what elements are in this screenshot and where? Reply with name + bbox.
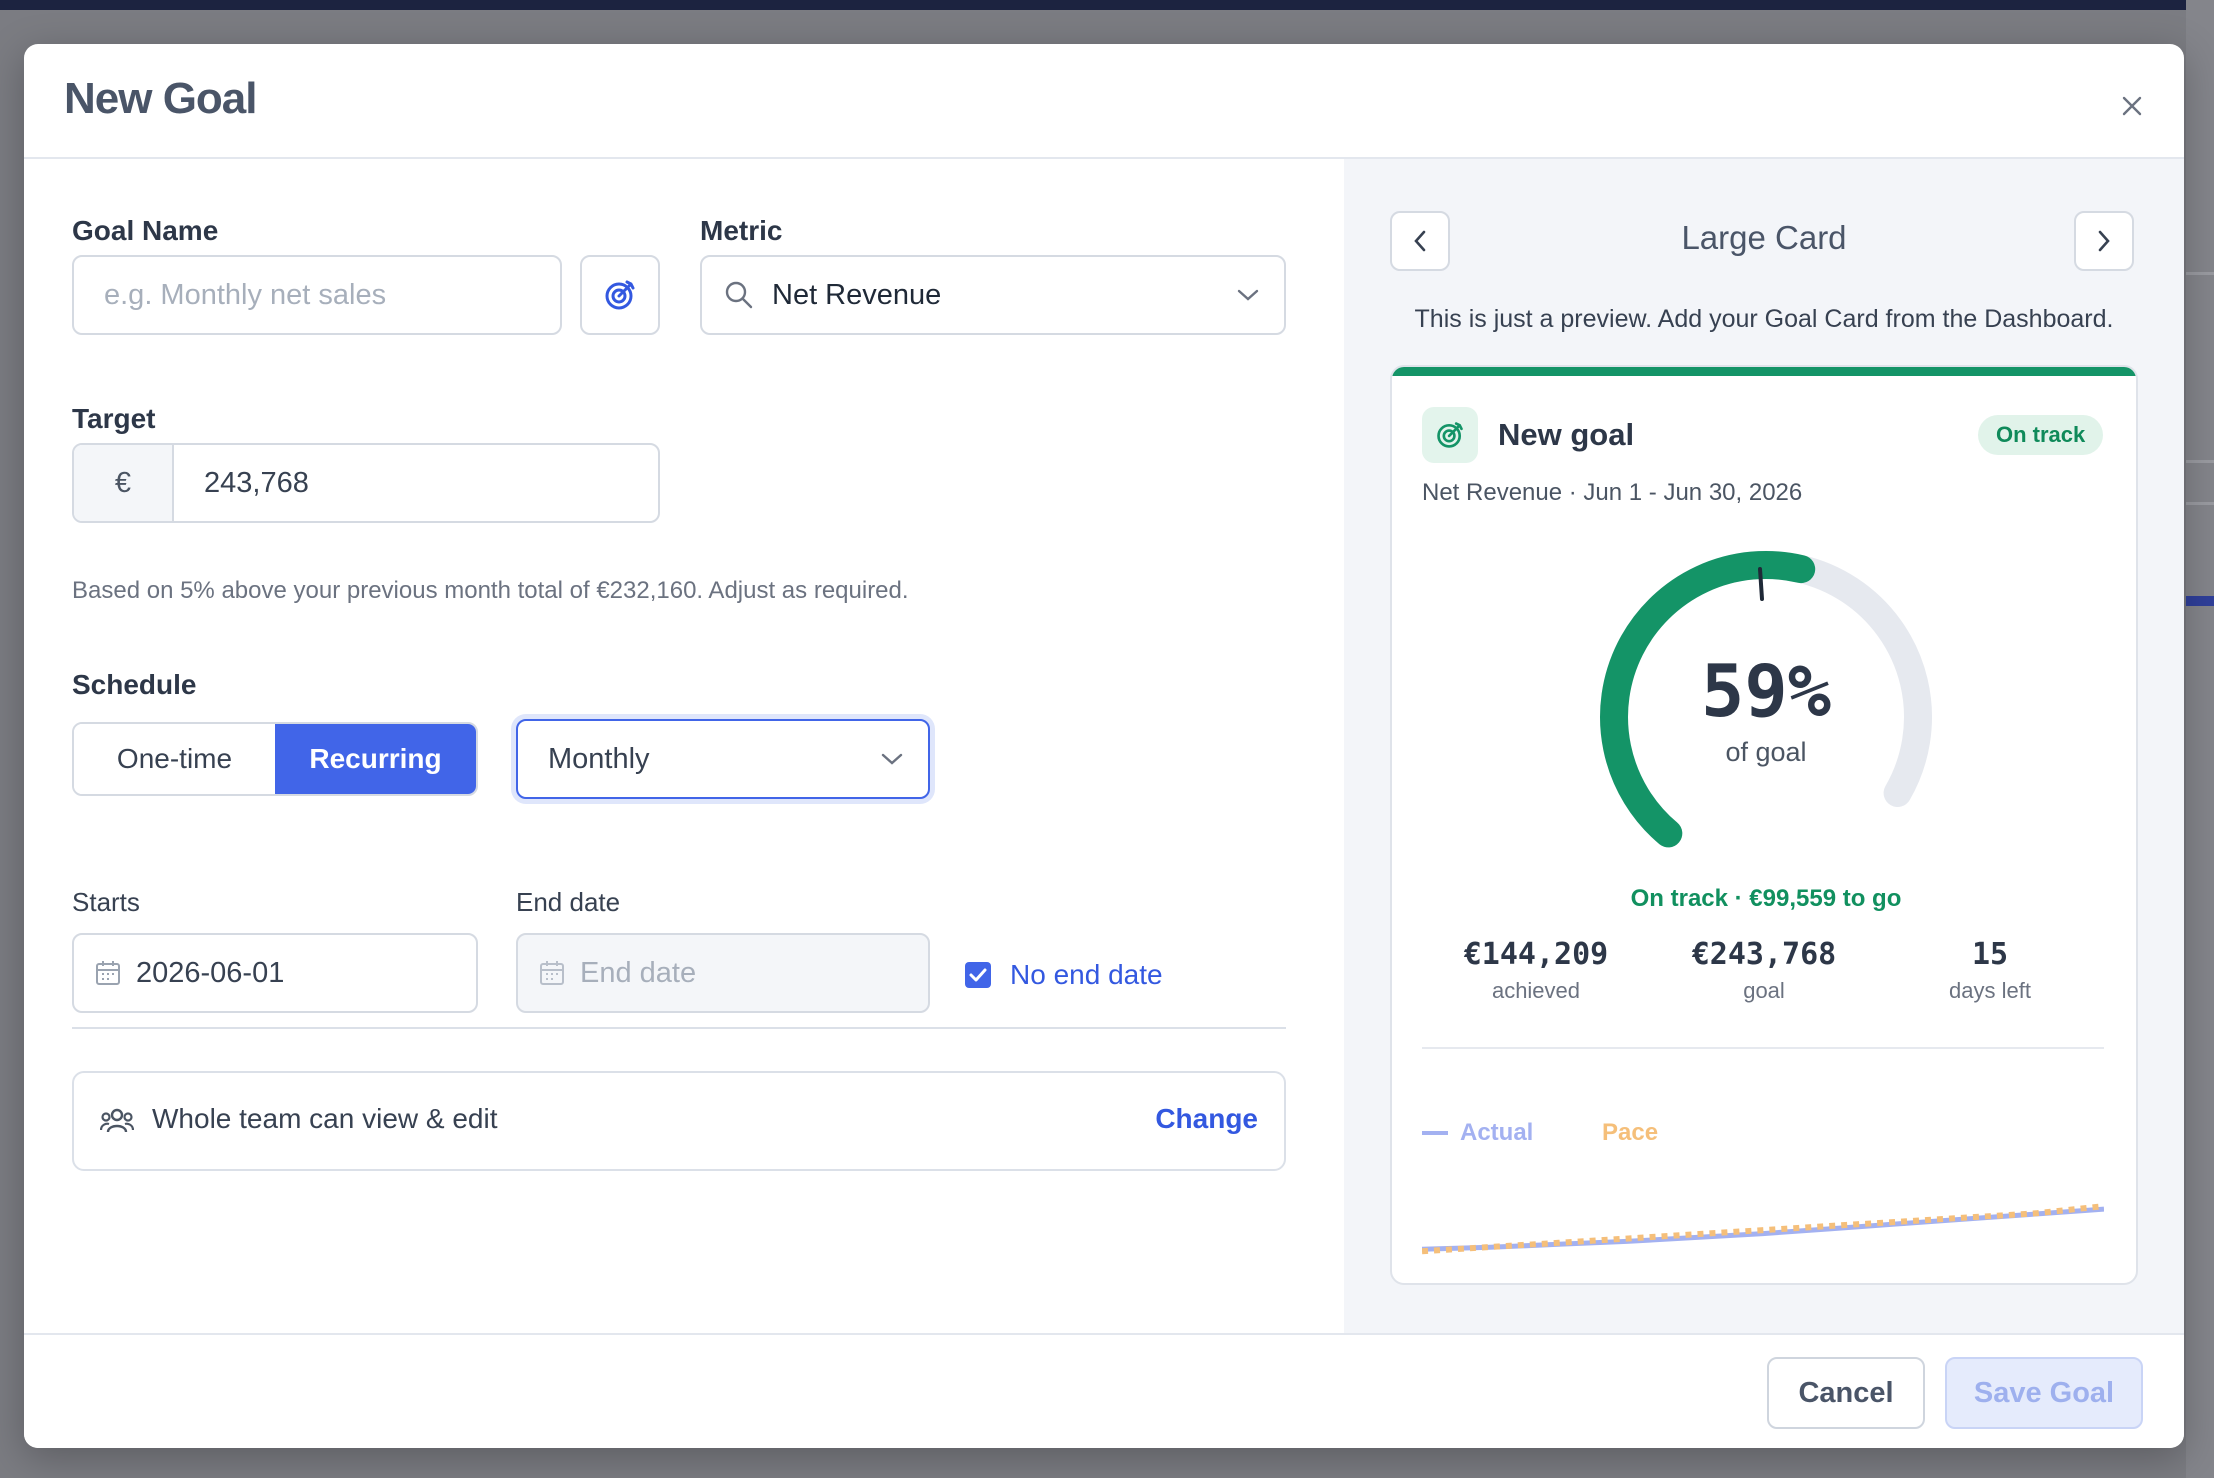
chevron-down-icon bbox=[1237, 289, 1259, 301]
legend-swatch bbox=[1422, 1131, 1448, 1135]
percent-caption: of goal bbox=[1725, 737, 1807, 767]
card-title: New goal bbox=[1498, 417, 1635, 452]
frequency-value: Monthly bbox=[548, 742, 650, 775]
goal-card-preview: New goal On track Net Revenue · Jun 1 - … bbox=[1390, 365, 2138, 1285]
modal-title: New Goal bbox=[64, 74, 257, 123]
card-accent-bar bbox=[1392, 367, 2136, 376]
close-icon bbox=[2122, 96, 2142, 116]
checkbox-checked-icon bbox=[965, 962, 991, 988]
stat-label: days left bbox=[1949, 978, 2031, 1003]
modal-footer: Cancel Save Goal bbox=[24, 1333, 2184, 1448]
legend-label: Pace bbox=[1602, 1119, 1659, 1146]
status-line: On track · €99,559 to go bbox=[1630, 885, 1902, 912]
trend-chart bbox=[1422, 1203, 2104, 1255]
sharing-row: Whole team can view & edit Change bbox=[72, 1071, 1286, 1171]
change-sharing-link[interactable]: Change bbox=[1155, 1103, 1258, 1135]
metric-value: Net Revenue bbox=[772, 278, 942, 311]
backdrop-accent bbox=[2186, 596, 2214, 606]
starts-label: Starts bbox=[72, 887, 140, 917]
sharing-text: Whole team can view & edit bbox=[152, 1103, 498, 1134]
target-value: 243,768 bbox=[204, 466, 309, 499]
goal-name-label: Goal Name bbox=[72, 215, 219, 246]
currency-prefix: € bbox=[74, 445, 174, 521]
stat-value: €144,209 bbox=[1463, 937, 1609, 972]
end-date-label: End date bbox=[516, 887, 621, 917]
stat-value: €243,768 bbox=[1691, 937, 1837, 972]
end-date-placeholder: End date bbox=[580, 956, 697, 989]
stat-value: 15 bbox=[1971, 937, 2009, 972]
close-button[interactable] bbox=[2114, 88, 2150, 124]
stat-achieved: €144,209 achieved bbox=[1426, 937, 1646, 1004]
backdrop-page bbox=[2186, 0, 2214, 1478]
new-goal-modal: New Goal Goal Name e.g. Monthly net sale… bbox=[24, 44, 2184, 1448]
card-divider bbox=[1422, 1047, 2104, 1049]
save-goal-button[interactable]: Save Goal bbox=[1945, 1357, 2143, 1429]
goal-icon-picker-button[interactable] bbox=[580, 255, 660, 335]
frequency-select[interactable]: Monthly bbox=[516, 719, 930, 799]
backdrop-divider bbox=[2186, 502, 2214, 505]
target-label: Target bbox=[72, 403, 156, 434]
target-input[interactable]: € 243,768 bbox=[72, 443, 660, 523]
goal-form: Goal Name e.g. Monthly net sales Metric … bbox=[24, 159, 1344, 1333]
schedule-option-one-time[interactable]: One-time bbox=[74, 724, 275, 794]
team-icon bbox=[100, 1108, 134, 1133]
target-icon bbox=[605, 280, 635, 310]
cancel-button[interactable]: Cancel bbox=[1767, 1357, 1925, 1429]
backdrop-divider bbox=[2186, 272, 2214, 275]
no-end-date-label: No end date bbox=[1010, 959, 1163, 990]
start-date-value: 2026-06-01 bbox=[136, 956, 285, 989]
chevron-right-icon bbox=[2098, 230, 2110, 252]
chevron-down-icon bbox=[881, 753, 903, 765]
calendar-icon bbox=[540, 961, 564, 985]
stat-label: achieved bbox=[1491, 978, 1581, 1003]
card-size-title: Large Card bbox=[1681, 219, 1847, 256]
next-card-button[interactable] bbox=[2074, 211, 2134, 271]
metric-label: Metric bbox=[700, 215, 783, 246]
calendar-icon bbox=[96, 961, 120, 985]
legend-label: Actual bbox=[1460, 1119, 1534, 1146]
start-date-input[interactable]: 2026-06-01 bbox=[72, 933, 478, 1013]
app-top-bar bbox=[0, 0, 2214, 10]
target-icon bbox=[1437, 422, 1463, 448]
stat-days-left: 15 days left bbox=[1880, 937, 2100, 1004]
legend-pace: Pace bbox=[1602, 1119, 1658, 1147]
schedule-label: Schedule bbox=[72, 669, 197, 700]
schedule-option-recurring[interactable]: Recurring bbox=[275, 724, 476, 794]
search-icon bbox=[725, 281, 753, 309]
stat-goal: €243,768 goal bbox=[1654, 937, 1874, 1004]
preview-note: This is just a preview. Add your Goal Ca… bbox=[1414, 305, 2114, 333]
card-subtitle: Net Revenue · Jun 1 - Jun 30, 2026 bbox=[1422, 479, 1803, 506]
target-hint: Based on 5% above your previous month to… bbox=[72, 577, 909, 604]
card-preview-panel: Large Card This is just a preview. Add y… bbox=[1344, 159, 2184, 1333]
no-end-date-checkbox[interactable]: No end date bbox=[964, 959, 1163, 991]
status-badge: On track bbox=[1978, 415, 2104, 455]
metric-select[interactable]: Net Revenue bbox=[700, 255, 1286, 335]
goal-icon-badge bbox=[1422, 407, 1478, 463]
stat-label: goal bbox=[1743, 978, 1785, 1003]
gauge-pace-marker bbox=[1758, 567, 1764, 601]
form-divider bbox=[72, 1027, 1286, 1029]
modal-header: New Goal bbox=[24, 44, 2184, 159]
schedule-toggle: One-time Recurring bbox=[72, 722, 478, 796]
goal-name-input[interactable]: e.g. Monthly net sales bbox=[72, 255, 562, 335]
percent-of-goal: 59% bbox=[1700, 649, 1832, 733]
goal-name-placeholder: e.g. Monthly net sales bbox=[104, 278, 387, 311]
end-date-input[interactable]: End date bbox=[516, 933, 930, 1013]
backdrop-divider bbox=[2186, 460, 2214, 463]
legend-actual: Actual bbox=[1422, 1119, 1533, 1147]
